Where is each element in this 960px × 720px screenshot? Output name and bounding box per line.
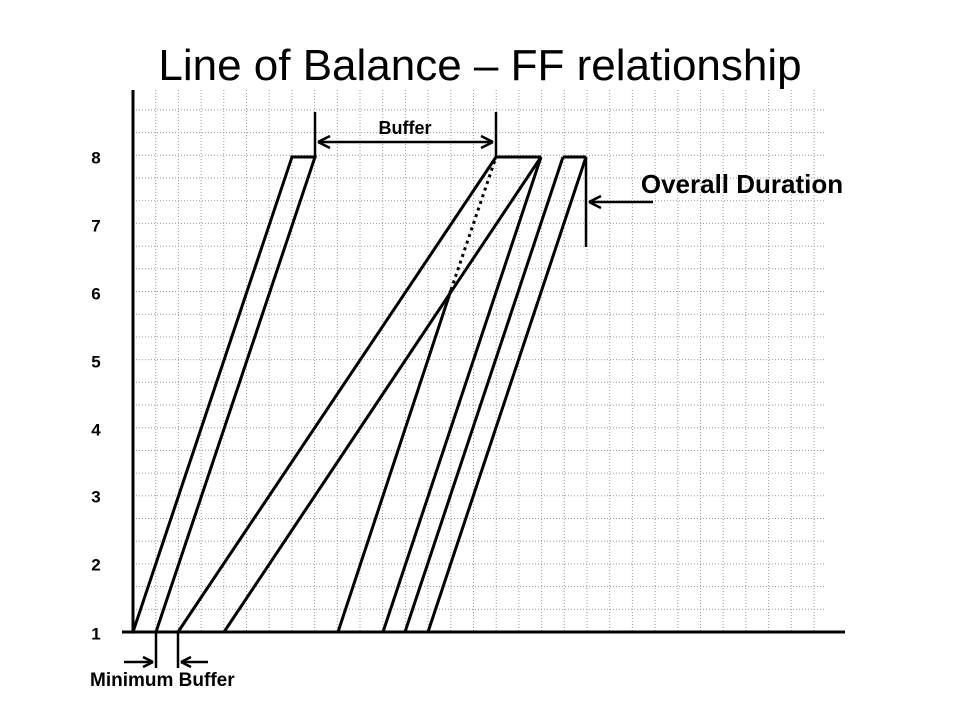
activity-c-band bbox=[336, 156, 543, 633]
y-tick-label-8: 8 bbox=[91, 148, 100, 167]
y-tick-label-5: 5 bbox=[91, 352, 100, 371]
y-tick-label-7: 7 bbox=[91, 216, 100, 235]
y-tick-labels: 1 2 3 4 5 6 7 8 bbox=[91, 148, 101, 643]
activity-d-band bbox=[403, 155, 588, 633]
y-tick-label-2: 2 bbox=[91, 555, 100, 574]
activity-a-start-line bbox=[131, 155, 294, 634]
activity-d-start-line bbox=[403, 156, 565, 633]
y-tick-label-3: 3 bbox=[91, 487, 100, 506]
buffer-label: Buffer bbox=[379, 118, 432, 138]
y-tick-label-1: 1 bbox=[91, 624, 100, 643]
page-title: Line of Balance – FF relationship bbox=[158, 41, 801, 90]
activity-c-start-line-solid bbox=[336, 289, 453, 633]
activity-a-finish-line bbox=[154, 155, 317, 634]
minimum-buffer-label: Minimum Buffer bbox=[90, 670, 235, 691]
line-of-balance-diagram: Line of Balance – FF relationship 1 2 3 … bbox=[90, 41, 845, 691]
minimum-buffer-annotation bbox=[124, 632, 208, 669]
y-tick-label-6: 6 bbox=[91, 284, 100, 303]
activity-c-finish-line bbox=[381, 156, 543, 633]
y-tick-label-4: 4 bbox=[91, 420, 101, 439]
overall-duration-label: Overall Duration bbox=[641, 169, 843, 199]
activity-d-finish-line bbox=[426, 156, 588, 633]
